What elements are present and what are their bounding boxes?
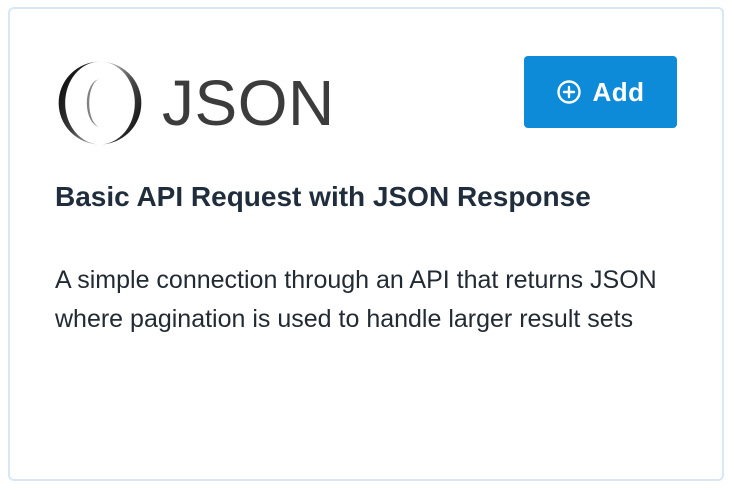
add-button[interactable]: Add: [524, 56, 677, 128]
card-description: A simple connection through an API that …: [55, 266, 657, 333]
json-logo: JSON: [56, 59, 335, 147]
template-card: JSON Add Basic API Request with JSON Res…: [8, 7, 724, 481]
plus-circle-icon: [557, 80, 582, 104]
json-logo-icon: [58, 61, 142, 145]
card-title: Basic API Request with JSON Response: [55, 181, 591, 212]
logo-text: JSON: [162, 67, 335, 139]
add-button-label: Add: [592, 76, 645, 107]
